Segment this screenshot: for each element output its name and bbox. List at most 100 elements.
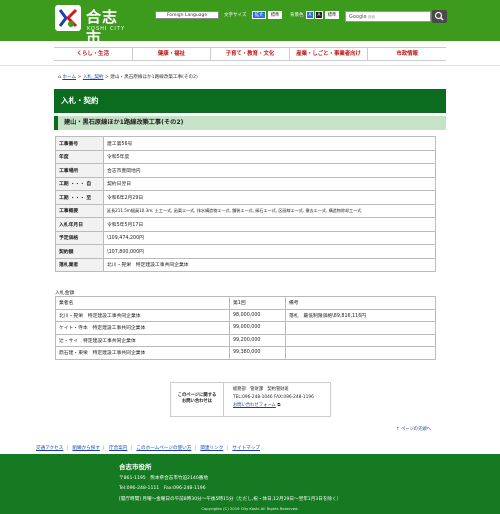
language-select[interactable]: Foreign Language (155, 11, 219, 19)
detail-value: 建工第56号 (103, 136, 436, 151)
footer-links: 交通アクセス | 組織から探す | 庁舎案内 | このホームページの使い方 | 関連リン… (36, 445, 466, 451)
footer-link-building[interactable]: 庁舎案内 (109, 446, 127, 451)
table-row: ケイト・寺本 特定建設工事共同企業体 99,000,000 (55, 321, 436, 335)
detail-key: 落札業者 (55, 257, 104, 272)
site-logo[interactable]: 合志市 KOSHI CITY (55, 5, 133, 47)
bid-amount: 99,380,000 (229, 346, 286, 360)
city-emblem-icon (55, 5, 81, 31)
column-header: 第1回 (229, 296, 286, 310)
bidder-name: 鼎石建・東栄 特定建設工事共同企業体 (55, 346, 230, 360)
detail-value: 北川・晃栄 特定建設工事共同企業体 (103, 257, 436, 272)
bidder-name: ケイト・寺本 特定建設工事共同企業体 (55, 321, 230, 335)
bid-note: 落札 最低制限価格\89,816,116円 (285, 308, 436, 322)
bidder-name: 北川・晃栄 特定建設工事共同企業体 (55, 308, 230, 322)
detail-key: 工事場所 (55, 163, 104, 178)
city-name-en: KOSHI CITY (87, 26, 126, 32)
footer-link-sitemap[interactable]: サイトマップ (232, 446, 260, 451)
footer-link-access[interactable]: 交通アクセス (36, 446, 63, 451)
section-title: 入札・契約 (54, 89, 446, 113)
detail-key: 年度 (55, 149, 104, 164)
bid-amount: 99,000,000 (229, 321, 286, 335)
contact-details: 総務部 管財課 契約管財班 TEL:096-248-1046 FAX:096-2… (233, 386, 329, 410)
contact-form-link[interactable]: お問い合わせフォーム (233, 403, 276, 408)
search-input[interactable]: Google 検索 (345, 11, 431, 22)
footer-org-name: 合志市役所 (119, 463, 152, 471)
table-row: 北川・晃栄 特定建設工事共同企業体 98,000,000 落札 最低制限価格\8… (55, 308, 436, 322)
footer-hours: [開庁時間] 月曜～金曜日の午前8時30分～午後5時15分（ただし,祝・休日,1… (119, 497, 342, 502)
font-size-standard-button[interactable]: 標準 (268, 11, 282, 19)
separator: | (66, 446, 68, 451)
copyright: Copyrights (C) 2019 City Koshi All Right… (201, 506, 299, 511)
font-size-large-button[interactable]: 拡大 (252, 11, 266, 19)
separator: | (226, 446, 228, 451)
footer-link-howto[interactable]: このホームページの使い方 (136, 446, 191, 451)
bg-color-black-button[interactable]: A (315, 11, 323, 19)
font-size-label: 文字サイズ (224, 13, 247, 18)
site-footer: 合志市役所 〒861-1195 熊本県合志市竹迫2140番地 Tel:096-2… (0, 454, 500, 514)
bidder-name: 辻・サイ 特定建設工事共同企業体 (55, 333, 230, 347)
detail-value: 契約日翌日 (103, 176, 436, 191)
search-button[interactable] (432, 10, 447, 23)
bid-note (285, 346, 436, 360)
detail-key: 予定価格 (55, 230, 104, 245)
arrow-up-icon: ↑ (396, 427, 400, 432)
table-row: 鼎石建・東栄 特定建設工事共同企業体 99,380,000 (55, 346, 436, 360)
detail-value: 延長211.5m幅員10.3m, 土工一式, 函渠エ一式, 排水構造物エ一式, … (103, 203, 436, 218)
table-row: 年度 令和5年度 (55, 149, 436, 164)
breadcrumb-home[interactable]: ホーム (62, 75, 76, 80)
bg-color-standard-button[interactable]: 標準 (325, 11, 339, 19)
detail-value: \109,474,200円 (103, 230, 436, 245)
bid-note (285, 321, 436, 335)
breadcrumb-bidding[interactable]: 入札_契約 (83, 75, 104, 80)
breadcrumb-current: 建山・黒石原線ほか1路線改築工事(その2) (110, 75, 198, 80)
separator: | (102, 446, 105, 451)
external-link-icon: ⧉ (277, 403, 281, 408)
nav-item-living[interactable]: くらし・生活 (54, 48, 132, 60)
table-header-row: 業者名 第1回 備考 (55, 296, 436, 310)
detail-key: 契約額 (55, 244, 104, 259)
column-header: 備考 (285, 296, 436, 310)
bids-label: 入札金額 (55, 291, 75, 296)
detail-value: \107,800,000円 (103, 244, 436, 259)
home-icon: ⌂ (58, 75, 61, 80)
nav-item-education[interactable]: 子育て・教育・文化 (210, 48, 289, 60)
table-row: 工事概要 延長211.5m幅員10.3m, 土工一式, 函渠エ一式, 排水構造物エ… (55, 203, 436, 218)
table-row: 工期 ・・・ 自契約日翌日 (55, 176, 436, 191)
page-top-link[interactable]: ↑ ページの先頭へ (396, 426, 431, 432)
table-row: 工事場所 合志市豊岡地内 (55, 163, 436, 178)
bg-color-label: 背景色 (290, 13, 304, 18)
column-header: 業者名 (55, 296, 230, 310)
nav-item-city-info[interactable]: 市政情報 (367, 48, 446, 60)
footer-link-related[interactable]: 関連リンク (200, 446, 223, 451)
separator: | (194, 446, 196, 451)
contact-heading-line: お問い合わせは (181, 399, 213, 404)
table-row: 辻・サイ 特定建設工事共同企業体 99,200,000 (55, 333, 436, 347)
table-row: 工期 ・・・ 至令和6年2月29日 (55, 190, 436, 205)
contact-department: 総務部 管財課 契約管財班 (233, 387, 289, 392)
table-row: 予定価格 \109,474,200円 (55, 230, 436, 245)
footer-phone: Tel:096-248-1111 Fax:096-248-1196 (119, 486, 206, 491)
detail-value: 令和5年5月17日 (103, 217, 436, 232)
detail-value: 合志市豊岡地内 (103, 163, 436, 178)
nav-item-health[interactable]: 健康・福祉 (131, 48, 211, 60)
table-row: 入札年月日 令和5年5月17日 (55, 217, 436, 232)
search-placeholder: 検索 (368, 15, 376, 19)
bg-color-blue-button[interactable]: A (306, 11, 314, 19)
bid-amount: 98,000,000 (229, 308, 286, 322)
nav-item-business[interactable]: 産業・しごと・事業者向け (288, 48, 368, 60)
bids-table: 業者名 第1回 備考 北川・晃栄 特定建設工事共同企業体 98,000,000 … (55, 296, 436, 360)
global-nav: くらし・生活 健康・福祉 子育て・教育・文化 産業・しごと・事業者向け 市政情報 (54, 47, 446, 61)
site-header: 合志市 KOSHI CITY Foreign Language 文字サイズ 拡大… (0, 0, 500, 47)
detail-key: 入札年月日 (55, 217, 104, 232)
page-top-label: ページの先頭へ (400, 427, 431, 432)
detail-key: 工事番号 (55, 136, 104, 151)
footer-link-organization[interactable]: 組織から探す (72, 446, 100, 451)
project-details-table: 工事番号 建工第56号 年度 令和5年度 工事場所 合志市豊岡地内 工期 ・・・ 自契… (55, 136, 436, 272)
table-row: 工事番号 建工第56号 (55, 136, 436, 151)
detail-key: 工事概要 (55, 203, 104, 218)
bid-amount: 99,200,000 (229, 333, 286, 347)
page-title: 建山・黒石原線ほか1路線改築工事(その2) (54, 116, 446, 130)
detail-value: 令和6年2月29日 (103, 190, 436, 205)
contact-box: このページに関する お問い合わせは 総務部 管財課 契約管財班 TEL:096-… (170, 382, 331, 417)
google-logo: Google (349, 14, 367, 20)
